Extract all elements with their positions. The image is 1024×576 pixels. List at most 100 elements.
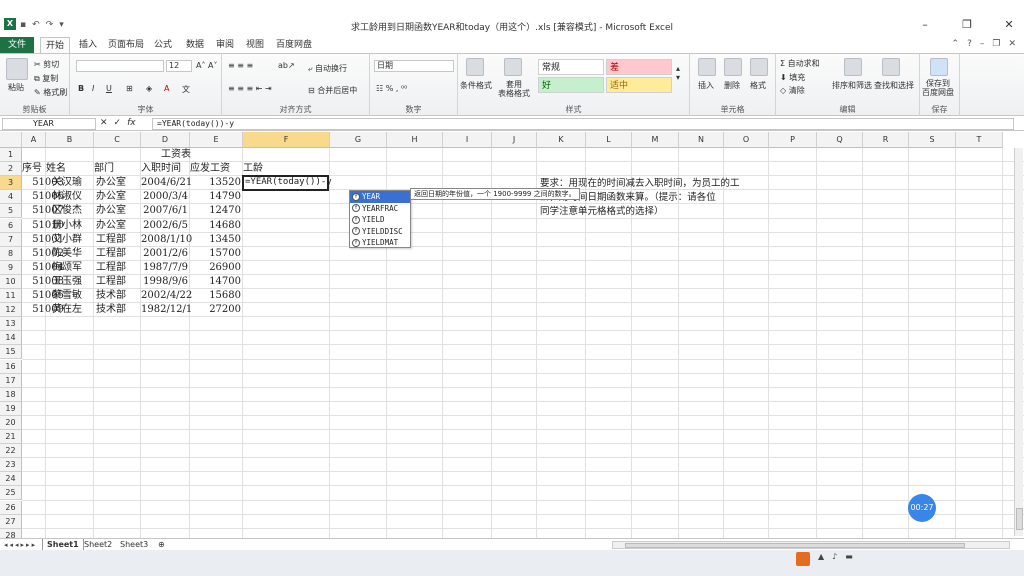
- row-header-17[interactable]: 17: [0, 373, 22, 388]
- column-header-F[interactable]: F: [243, 132, 330, 148]
- network-icon[interactable]: ▲: [818, 552, 824, 566]
- restore-icon[interactable]: ❐: [958, 18, 976, 31]
- tab-review[interactable]: 审阅: [212, 37, 238, 53]
- row-header-16[interactable]: 16: [0, 359, 22, 374]
- tab-file[interactable]: 文件: [0, 37, 34, 53]
- underline-icon[interactable]: U: [106, 84, 112, 93]
- select-all-corner[interactable]: [0, 132, 22, 148]
- row-header-14[interactable]: 14: [0, 331, 22, 346]
- column-header-O[interactable]: O: [724, 132, 769, 148]
- font-name-select[interactable]: [76, 60, 164, 72]
- find-select-icon[interactable]: [882, 58, 900, 76]
- row-header-11[interactable]: 11: [0, 289, 22, 303]
- cut-button[interactable]: ✂ 剪切: [34, 59, 59, 70]
- delete-cells-button[interactable]: 删除: [724, 80, 740, 91]
- tab-formulas[interactable]: 公式: [150, 37, 176, 53]
- row-header-26[interactable]: 26: [0, 500, 22, 515]
- row-header-25[interactable]: 25: [0, 486, 22, 501]
- fill-button[interactable]: ⬇ 填充: [780, 72, 805, 83]
- wrap-text-button[interactable]: ⤶ 自动换行: [308, 63, 347, 74]
- align-top-icons[interactable]: ≡ ≡ ≡: [228, 61, 253, 70]
- number-format-select[interactable]: 日期: [374, 60, 454, 72]
- sort-filter-icon[interactable]: [844, 58, 862, 76]
- row-header-1[interactable]: 1: [0, 148, 22, 162]
- autocomplete-item[interactable]: f YIELDMAT: [350, 237, 410, 249]
- workbook-minimize-icon[interactable]: –: [980, 39, 985, 49]
- conditional-format-button[interactable]: 条件格式: [460, 80, 492, 91]
- autocomplete-item[interactable]: f YEAR: [350, 191, 410, 203]
- workbook-close-icon[interactable]: ✕: [1008, 39, 1016, 49]
- tab-baidu-netdisk[interactable]: 百度网盘: [274, 37, 314, 53]
- row-header-3[interactable]: 3: [0, 176, 22, 191]
- row-header-7[interactable]: 7: [0, 232, 22, 247]
- column-header-D[interactable]: D: [141, 132, 190, 148]
- style-bad[interactable]: 差: [606, 59, 672, 75]
- row-header-19[interactable]: 19: [0, 401, 22, 416]
- styles-scroll-icon[interactable]: ▴ ▾: [676, 64, 680, 82]
- italic-icon[interactable]: I: [92, 84, 94, 93]
- column-header-B[interactable]: B: [46, 132, 94, 148]
- format-cells-icon[interactable]: [750, 58, 768, 76]
- merge-center-button[interactable]: ⊟ 合并后居中: [308, 85, 357, 96]
- row-header-10[interactable]: 10: [0, 274, 22, 289]
- row-header-20[interactable]: 20: [0, 415, 22, 430]
- fill-color-icon[interactable]: ◈: [146, 84, 152, 93]
- column-header-H[interactable]: H: [387, 132, 443, 148]
- column-header-M[interactable]: M: [632, 132, 679, 148]
- row-header-9[interactable]: 9: [0, 260, 22, 275]
- align-horizontal-icons[interactable]: ≡ ≡ ≡ ⇤ ⇥: [228, 84, 272, 93]
- row-header-13[interactable]: 13: [0, 317, 22, 332]
- column-header-K[interactable]: K: [537, 132, 586, 148]
- vertical-scrollbar[interactable]: [1014, 148, 1023, 536]
- save-to-baidu-button[interactable]: 保存到 百度网盘: [922, 79, 954, 97]
- formula-input[interactable]: =YEAR(today())-y: [152, 118, 1014, 130]
- row-header-22[interactable]: 22: [0, 444, 22, 459]
- column-header-Q[interactable]: Q: [817, 132, 863, 148]
- column-header-S[interactable]: S: [909, 132, 956, 148]
- row-header-18[interactable]: 18: [0, 387, 22, 402]
- insert-function-icon[interactable]: fx: [127, 118, 136, 128]
- format-painter-button[interactable]: ✎ 格式刷: [34, 87, 67, 98]
- font-color-icon[interactable]: A: [164, 84, 169, 93]
- number-format-icons[interactable]: ☷ % , ⁰⁰: [376, 84, 407, 93]
- close-icon[interactable]: ✕: [1000, 18, 1018, 31]
- bold-icon[interactable]: B: [78, 84, 84, 93]
- battery-icon[interactable]: ▬: [845, 552, 853, 566]
- column-header-A[interactable]: A: [22, 132, 46, 148]
- row-header-2[interactable]: 2: [0, 162, 22, 177]
- row-header-6[interactable]: 6: [0, 218, 22, 233]
- tab-data[interactable]: 数据: [182, 37, 208, 53]
- row-header-27[interactable]: 27: [0, 514, 22, 529]
- clear-button[interactable]: ◇ 清除: [780, 85, 805, 96]
- insert-cells-icon[interactable]: [698, 58, 716, 76]
- row-header-12[interactable]: 12: [0, 303, 22, 318]
- row-header-8[interactable]: 8: [0, 246, 22, 261]
- copy-button[interactable]: ⧉ 复制: [34, 73, 58, 84]
- column-header-E[interactable]: E: [190, 132, 243, 148]
- column-header-C[interactable]: C: [94, 132, 141, 148]
- column-header-G[interactable]: G: [330, 132, 387, 148]
- delete-cells-icon[interactable]: [724, 58, 742, 76]
- baidu-cloud-icon[interactable]: [930, 58, 948, 76]
- column-header-L[interactable]: L: [586, 132, 632, 148]
- active-cell-f3[interactable]: =YEAR(today())-y: [242, 175, 332, 192]
- minimize-ribbon-icon[interactable]: ⌃: [952, 39, 960, 49]
- column-header-I[interactable]: I: [443, 132, 492, 148]
- cancel-icon[interactable]: ✕: [100, 118, 108, 128]
- font-grow-shrink-icon[interactable]: A˄ A˅: [196, 61, 218, 70]
- phonetic-icon[interactable]: 文: [182, 84, 190, 95]
- column-header-R[interactable]: R: [863, 132, 909, 148]
- volume-icon[interactable]: ♪: [832, 552, 837, 566]
- horizontal-scrollbar[interactable]: [612, 541, 1010, 549]
- sort-filter-button[interactable]: 排序和筛选: [832, 80, 872, 91]
- format-cells-button[interactable]: 格式: [750, 80, 766, 91]
- tab-insert[interactable]: 插入: [74, 37, 102, 53]
- style-neutral[interactable]: 适中: [606, 77, 672, 93]
- name-box[interactable]: YEAR: [2, 118, 96, 130]
- app-tray-icon[interactable]: [796, 552, 810, 566]
- vertical-scroll-thumb[interactable]: [1016, 508, 1023, 530]
- workbook-restore-icon[interactable]: ❐: [992, 39, 1000, 49]
- style-normal[interactable]: 常规: [538, 59, 604, 75]
- tab-home[interactable]: 开始: [40, 37, 70, 53]
- find-select-button[interactable]: 查找和选择: [874, 80, 914, 91]
